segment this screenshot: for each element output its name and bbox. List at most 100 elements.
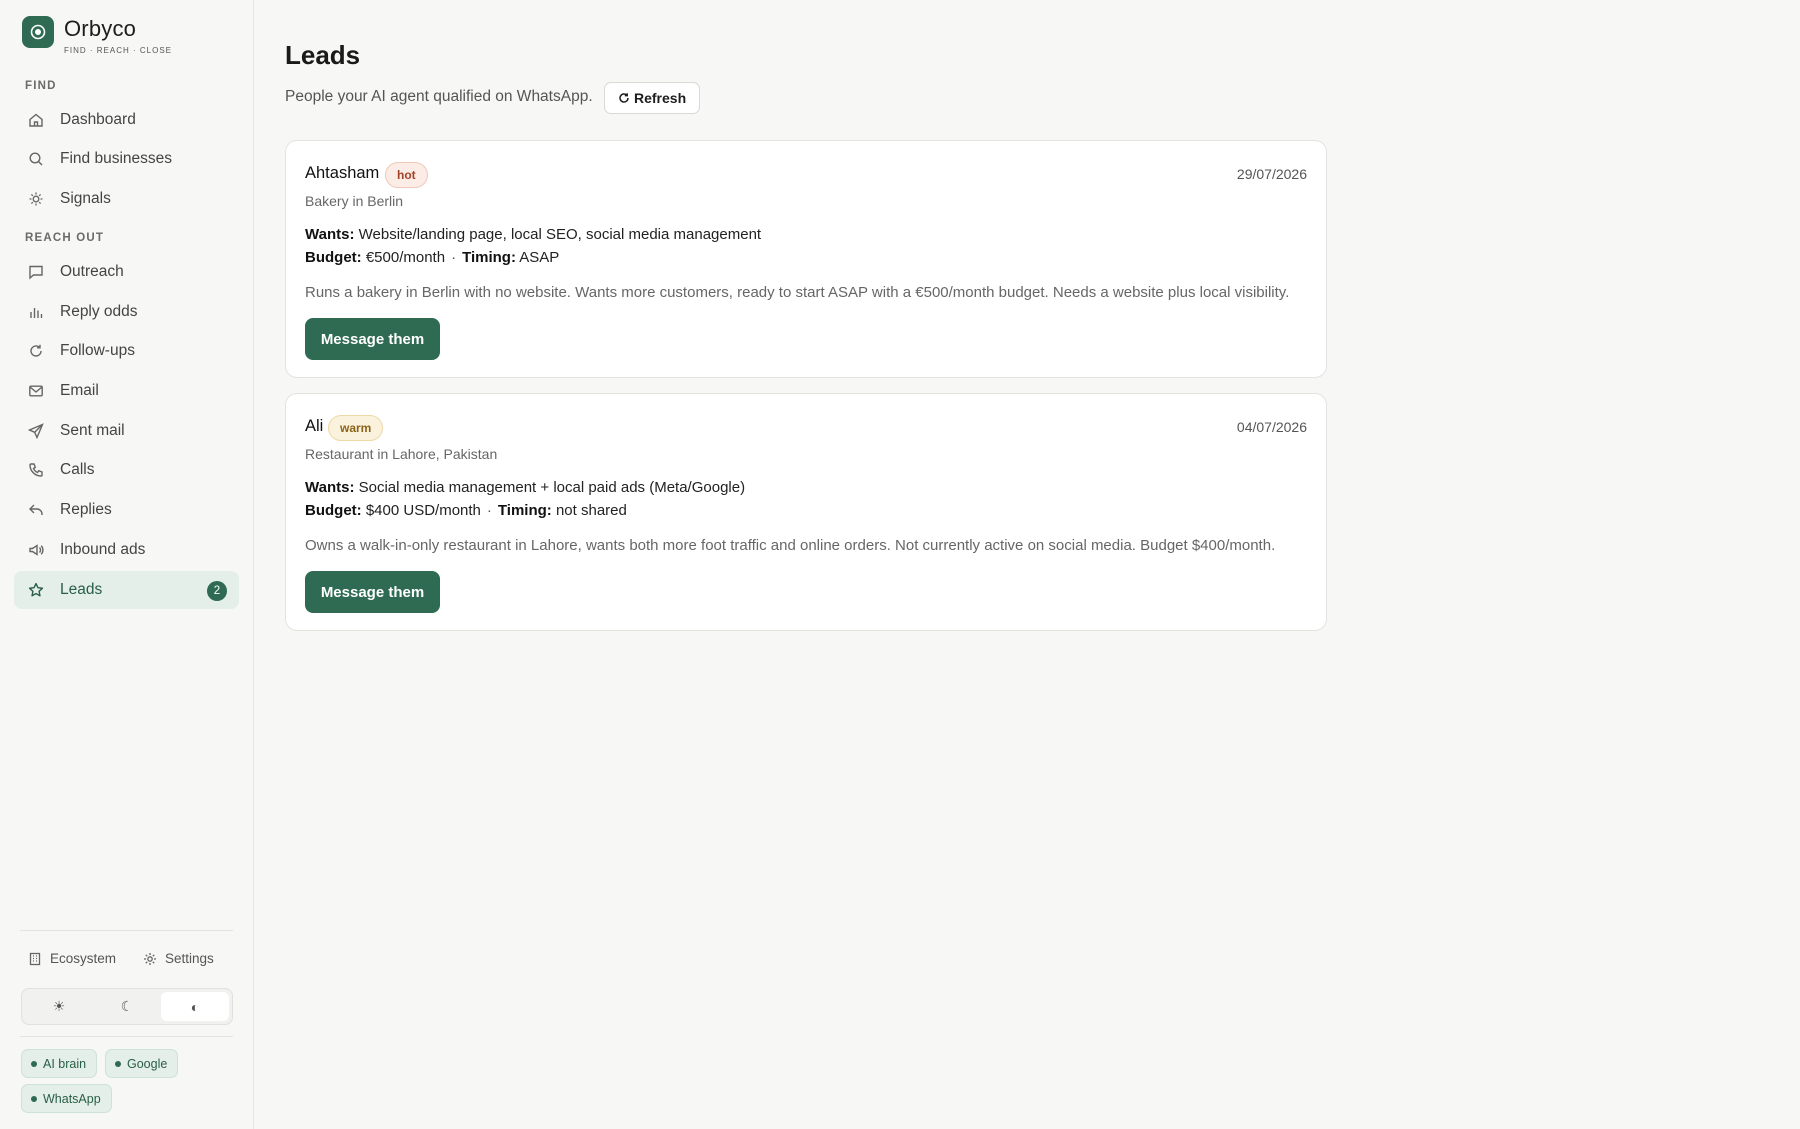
sidebar-item-signals[interactable]: Signals [14, 180, 239, 218]
sidebar-item-replies[interactable]: Replies [14, 491, 239, 529]
sidebar: Orbyco FIND · REACH · CLOSE FIND Dashboa… [0, 0, 254, 1129]
timing-label: Timing: [497, 502, 552, 519]
chip-label: AI brain [43, 1056, 87, 1071]
lead-card: Ali warm 04/07/2026 Restaurant in Lahore… [285, 393, 1327, 631]
refresh-icon [618, 92, 630, 104]
sidebar-item-follow-ups[interactable]: Follow-ups [14, 332, 239, 370]
settings-label: Settings [165, 951, 214, 966]
budget-value: €500/month [365, 249, 446, 266]
megaphone-icon [28, 542, 44, 558]
lead-temperature-badge: warm [328, 415, 384, 441]
lead-location: Bakery in Berlin [305, 193, 404, 209]
sidebar-item-label: Find businesses [60, 150, 173, 167]
sidebar-item-email[interactable]: Email [14, 372, 239, 410]
building-icon [28, 952, 42, 966]
lead-location: Restaurant in Lahore, Pakistan [305, 446, 498, 462]
sidebar-divider [20, 1036, 233, 1037]
sidebar-item-label: Leads [60, 581, 103, 598]
sidebar-item-label: Outreach [60, 263, 124, 280]
star-icon [28, 582, 44, 598]
home-icon [28, 112, 44, 128]
settings-link[interactable]: Settings [143, 951, 214, 966]
lead-summary: Owns a walk-in-only restaurant in Lahore… [305, 537, 1276, 554]
ecosystem-label: Ecosystem [50, 951, 117, 966]
sun-icon: ☀ [52, 998, 66, 1014]
sidebar-item-inbound-ads[interactable]: Inbound ads [14, 531, 239, 569]
section-label-find: FIND [25, 80, 57, 92]
brand-tagline: FIND · REACH · CLOSE [64, 46, 173, 55]
status-dot-icon [31, 1060, 37, 1067]
brand[interactable]: Orbyco FIND · REACH · CLOSE [22, 16, 172, 55]
send-icon [28, 423, 44, 439]
theme-system-option[interactable]: ◐ [161, 992, 229, 1021]
sidebar-item-calls[interactable]: Calls [14, 451, 239, 489]
ecosystem-link[interactable]: Ecosystem [28, 951, 116, 966]
reply-icon [28, 502, 44, 518]
sun-icon [28, 191, 44, 207]
lead-summary: Runs a bakery in Berlin with no website.… [305, 284, 1290, 301]
brand-name: Orbyco [64, 16, 137, 41]
status-chip-google: Google [105, 1049, 179, 1078]
refresh-label: Refresh [634, 90, 687, 106]
sidebar-item-sent-mail[interactable]: Sent mail [14, 412, 239, 450]
timing-label: Timing: [462, 249, 516, 266]
sidebar-item-dashboard[interactable]: Dashboard [14, 101, 239, 139]
sidebar-item-label: Replies [60, 501, 112, 518]
refresh-icon [28, 343, 44, 359]
lead-name: Ahtasham [305, 164, 380, 182]
theme-switcher: ☀ ☾ ◐ [21, 988, 233, 1025]
separator-dot: · [451, 249, 457, 266]
page-subtitle: People your AI agent qualified on WhatsA… [285, 88, 593, 105]
budget-label: Budget: [305, 502, 362, 519]
mail-icon [28, 383, 44, 399]
sidebar-divider [20, 930, 233, 931]
timing-value: not shared [555, 502, 627, 519]
sidebar-item-label: Signals [60, 190, 111, 207]
lead-wants: Wants: Website/landing page, local SEO, … [305, 226, 761, 243]
chat-icon [28, 264, 44, 280]
lead-temperature-badge: hot [385, 162, 428, 188]
wants-label: Wants: [305, 479, 355, 496]
moon-icon: ☾ [120, 998, 134, 1014]
main-content: Leads People your AI agent qualified on … [254, 0, 1800, 1129]
sidebar-item-find-businesses[interactable]: Find businesses [14, 140, 239, 178]
page-title: Leads [285, 40, 361, 70]
phone-icon [28, 462, 44, 478]
lead-wants: Wants: Social media management + local p… [305, 479, 745, 496]
sidebar-item-label: Dashboard [60, 111, 136, 128]
status-dot-icon [115, 1060, 121, 1067]
wants-value: Website/landing page, local SEO, social … [358, 226, 762, 243]
bar-chart-icon [28, 304, 44, 320]
message-them-button[interactable]: Message them [305, 571, 440, 613]
status-dot-icon [31, 1095, 37, 1102]
theme-light-option[interactable]: ☀ [25, 992, 93, 1021]
lead-budget-timing: Budget: $400 USD/month · Timing: not share… [305, 502, 627, 519]
message-them-button[interactable]: Message them [305, 318, 440, 360]
sidebar-item-label: Email [60, 382, 99, 399]
sidebar-item-label: Reply odds [60, 303, 138, 320]
sidebar-item-label: Calls [60, 461, 95, 478]
sidebar-item-outreach[interactable]: Outreach [14, 253, 239, 291]
wants-value: Social media management + local paid ads… [358, 479, 746, 496]
lead-date: 04/07/2026 [1236, 419, 1307, 435]
separator-dot: · [486, 502, 492, 519]
wants-label: Wants: [305, 226, 355, 243]
search-icon [28, 151, 44, 167]
theme-dark-option[interactable]: ☾ [93, 992, 161, 1021]
status-chip-whatsapp: WhatsApp [21, 1084, 112, 1113]
leads-count-badge: 2 [207, 581, 227, 601]
budget-value: $400 USD/month [365, 502, 481, 519]
budget-label: Budget: [305, 249, 362, 266]
sidebar-item-reply-odds[interactable]: Reply odds [14, 293, 239, 331]
lead-card: Ahtasham hot 29/07/2026 Bakery in Berlin… [285, 140, 1327, 378]
lead-name: Ali [305, 417, 324, 435]
sidebar-item-label: Inbound ads [60, 541, 146, 558]
status-chip-ai-brain: AI brain [21, 1049, 98, 1078]
refresh-button[interactable]: Refresh [604, 82, 701, 114]
sidebar-item-leads[interactable]: Leads 2 [14, 571, 239, 609]
lead-budget-timing: Budget: €500/month · Timing: ASAP [305, 249, 559, 266]
sidebar-item-label: Sent mail [60, 422, 125, 439]
chip-label: WhatsApp [43, 1091, 101, 1106]
half-circle-icon: ◐ [190, 998, 200, 1015]
lead-date: 29/07/2026 [1236, 166, 1307, 182]
